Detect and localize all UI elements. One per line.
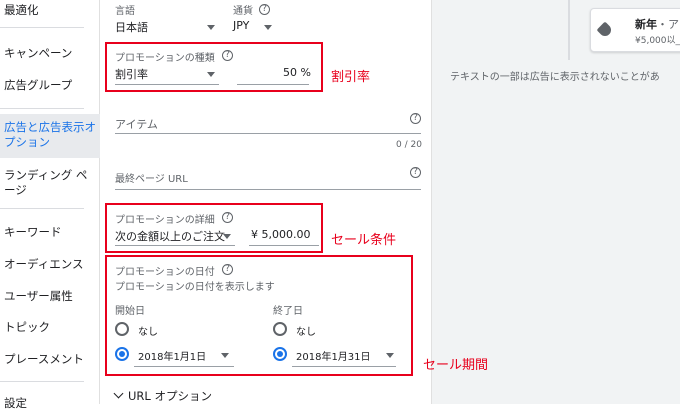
sidebar-item-demographics[interactable]: ユーザー属性 — [0, 289, 100, 304]
chevron-down-icon[interactable] — [264, 25, 272, 30]
sidebar-item-keywords[interactable]: キーワード — [0, 225, 100, 240]
sidebar-item-optimization[interactable]: 最適化 — [0, 3, 100, 18]
item-underline — [115, 133, 421, 134]
sidebar-divider — [0, 108, 84, 109]
preview-area — [432, 0, 680, 404]
sale-condition-highlight-box — [105, 203, 323, 253]
sidebar-item-ads-extensions[interactable]: 広告と広告表示オ プション — [0, 114, 100, 158]
tag-icon — [596, 21, 614, 39]
url-options-label: URL オプション — [128, 389, 212, 403]
sidebar-item-topics[interactable]: トピック — [0, 320, 100, 335]
sidebar-item-label: 広告と広告表示オ — [4, 120, 96, 134]
sidebar-item-label: ランディング ペ — [4, 168, 88, 182]
preview-card-sub: ¥5,000以_ — [635, 36, 680, 46]
url-options-toggle[interactable]: URL オプション — [113, 388, 212, 404]
sidebar-item-campaigns[interactable]: キャンペーン — [0, 46, 100, 61]
final-url-underline — [115, 189, 421, 190]
discount-annotation: 割引率 — [331, 70, 371, 85]
preview-card-title: 新年・ア — [635, 18, 679, 31]
currency-label: 通貨 — [233, 6, 253, 17]
help-icon[interactable]: ? — [410, 167, 421, 178]
sidebar-divider — [0, 208, 84, 209]
item-char-counter: 0 / 20 — [396, 140, 422, 150]
sidebar-item-landing-pages[interactable]: ランディング ペ ージ — [0, 168, 100, 198]
sale-condition-annotation: セール条件 — [331, 233, 397, 248]
chevron-down-icon — [113, 388, 124, 399]
final-url-input[interactable]: 最終ページ URL — [115, 170, 188, 185]
sidebar-item-audiences[interactable]: オーディエンス — [0, 257, 100, 272]
sidebar-divider — [0, 381, 84, 382]
preview-note: テキストの一部は広告に表示されないことがあ — [450, 72, 660, 83]
preview-frame-edge — [568, 0, 570, 60]
discount-highlight-box — [105, 42, 323, 92]
language-label: 言語 — [115, 6, 135, 17]
sidebar-item-label: プション — [4, 135, 50, 149]
sidebar-item-ad-groups[interactable]: 広告グループ — [0, 78, 100, 93]
sidebar-item-placements[interactable]: プレースメント — [0, 352, 100, 367]
help-icon[interactable]: ? — [410, 113, 421, 124]
sale-period-annotation: セール期間 — [423, 358, 489, 373]
sidebar: 最適化 キャンペーン 広告グループ 広告と広告表示オ プション ランディング ペ… — [0, 0, 100, 410]
currency-select[interactable]: JPY — [233, 19, 249, 32]
item-input[interactable]: アイテム — [115, 116, 158, 132]
chevron-down-icon[interactable] — [207, 25, 215, 30]
sale-period-highlight-box — [105, 255, 413, 376]
language-select[interactable]: 日本語 — [115, 19, 148, 35]
help-icon[interactable]: ? — [259, 4, 270, 15]
preview-card: 新年・ア ¥5,000以_ — [590, 8, 680, 52]
sidebar-divider — [0, 27, 84, 28]
sidebar-item-label: ージ — [4, 183, 27, 197]
